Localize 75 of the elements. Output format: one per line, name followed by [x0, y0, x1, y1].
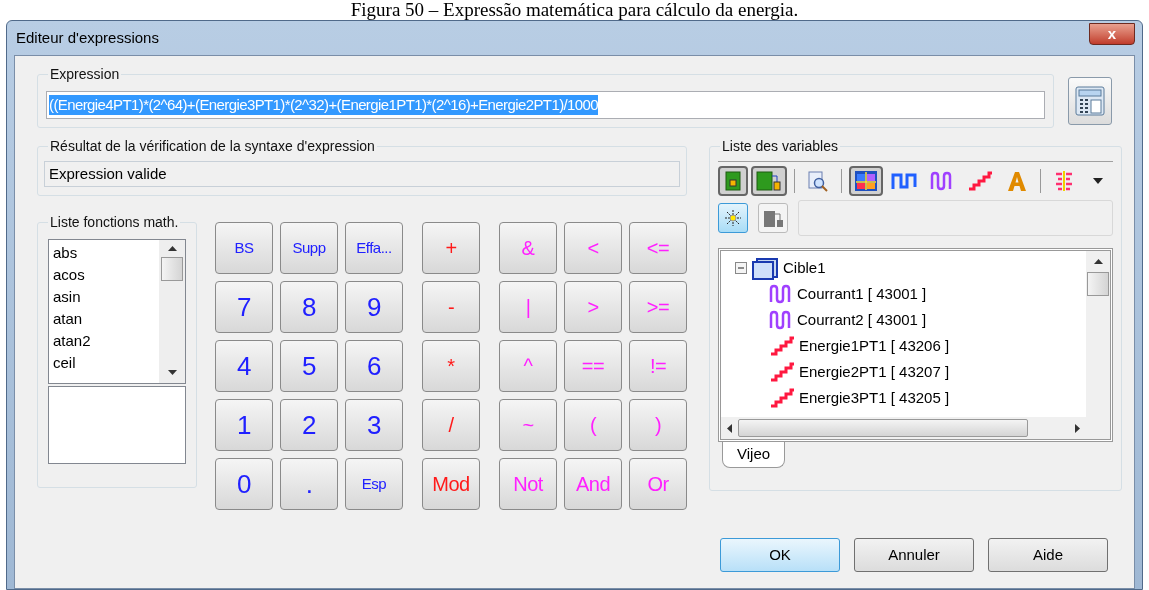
tree-node-label[interactable]: Cible1: [783, 256, 826, 280]
scroll-thumb[interactable]: [1087, 272, 1109, 296]
close-button[interactable]: x: [1089, 23, 1135, 45]
tree-item-label[interactable]: Courrant1 [ 43001 ]: [797, 282, 927, 306]
spark-icon: [724, 209, 742, 227]
scrollbar[interactable]: [1086, 251, 1110, 417]
keypad-key[interactable]: 5: [280, 340, 338, 392]
scrollbar[interactable]: [159, 240, 185, 383]
scroll-up-icon: [1093, 259, 1103, 264]
square-wave-icon: [891, 171, 917, 191]
function-item[interactable]: abs: [53, 242, 159, 264]
function-item[interactable]: atan: [53, 308, 159, 330]
scroll-down-icon: [167, 370, 177, 375]
staircase-icon: [769, 388, 795, 408]
tree-item-label[interactable]: Courrant2 [ 43001 ]: [797, 308, 927, 332]
keypad-key[interactable]: 3: [345, 399, 403, 451]
scroll-left-icon: [727, 423, 732, 433]
group-label: Résultat de la vérification de la syntaxe d'expression: [48, 137, 377, 155]
function-item[interactable]: asin: [53, 286, 159, 308]
keypad-key[interactable]: Mod: [422, 458, 480, 510]
staircase-icon: [769, 362, 795, 382]
keypad-key[interactable]: *: [422, 340, 480, 392]
keypad-key[interactable]: .: [280, 458, 338, 510]
dialog-button[interactable]: Annuler: [854, 538, 974, 572]
keypad-key[interactable]: 8: [280, 281, 338, 333]
letter-icon: [1006, 170, 1028, 192]
dialog-button[interactable]: OK: [720, 538, 840, 572]
document-search-icon: [807, 170, 829, 192]
wave-icon: [769, 284, 793, 304]
window-title: Editeur d'expressions: [15, 27, 159, 48]
syntax-result-text: Expression valide: [49, 163, 167, 184]
horizontal-scrollbar[interactable]: [721, 417, 1110, 439]
keypad-key[interactable]: 2: [280, 399, 338, 451]
keypad-key[interactable]: 0: [215, 458, 273, 510]
tree-item-label[interactable]: Energie2PT1 [ 43207 ]: [799, 360, 950, 384]
figure-caption: Figura 50 – Expressão matemática para cálculo da energia.: [350, 0, 799, 20]
caret-icon: [1092, 177, 1104, 185]
keypad-key[interactable]: BS: [215, 222, 273, 274]
calculator-icon: [1075, 86, 1105, 116]
module-icon: [756, 171, 782, 191]
keypad-key[interactable]: +: [422, 222, 480, 274]
tree-item-label[interactable]: Energie1PT1 [ 43206 ]: [799, 334, 950, 358]
wave-icon: [930, 171, 954, 191]
grid-icon: [854, 170, 878, 192]
device-icon: [762, 208, 784, 228]
tree-item-label[interactable]: Energie3PT1 [ 43205 ]: [799, 386, 950, 410]
keypad-key[interactable]: 4: [215, 340, 273, 392]
scroll-thumb[interactable]: [161, 257, 183, 281]
keypad-key[interactable]: /: [422, 399, 480, 451]
wave-icon: [769, 310, 793, 330]
staircase-icon: [769, 336, 795, 356]
keypad-key[interactable]: 1: [215, 399, 273, 451]
keypad-key[interactable]: Esp: [345, 458, 403, 510]
module-icon: [725, 171, 741, 191]
scroll-thumb[interactable]: [738, 419, 1028, 437]
expression-text: ((Energie4PT1)*(2^64)+(Energie3PT1)*(2^32)+(Energie1PT1)*(2^16)+Energie2PT1)/1000: [49, 95, 599, 115]
keypad-key[interactable]: 6: [345, 340, 403, 392]
function-item[interactable]: ceil: [53, 352, 159, 374]
function-item[interactable]: atan2: [53, 330, 159, 352]
keypad-key[interactable]: 7: [215, 281, 273, 333]
calculator-button[interactable]: [1068, 77, 1112, 125]
scroll-right-icon: [1075, 423, 1080, 433]
filter-field[interactable]: [798, 200, 1113, 236]
function-item[interactable]: acos: [53, 264, 159, 286]
sort-icon: [1053, 170, 1075, 192]
tab[interactable]: Vijeo: [722, 442, 786, 468]
cube-icon: [751, 256, 779, 280]
keypad-key[interactable]: Supp: [280, 222, 338, 274]
staircase-icon: [967, 171, 993, 191]
group-label: Expression: [48, 65, 122, 83]
dialog-button[interactable]: Aide: [988, 538, 1108, 572]
collapse-toggle[interactable]: [735, 262, 747, 274]
keypad-key[interactable]: Effa...: [345, 222, 403, 274]
scroll-up-icon: [167, 246, 177, 251]
keypad-key[interactable]: 9: [345, 281, 403, 333]
